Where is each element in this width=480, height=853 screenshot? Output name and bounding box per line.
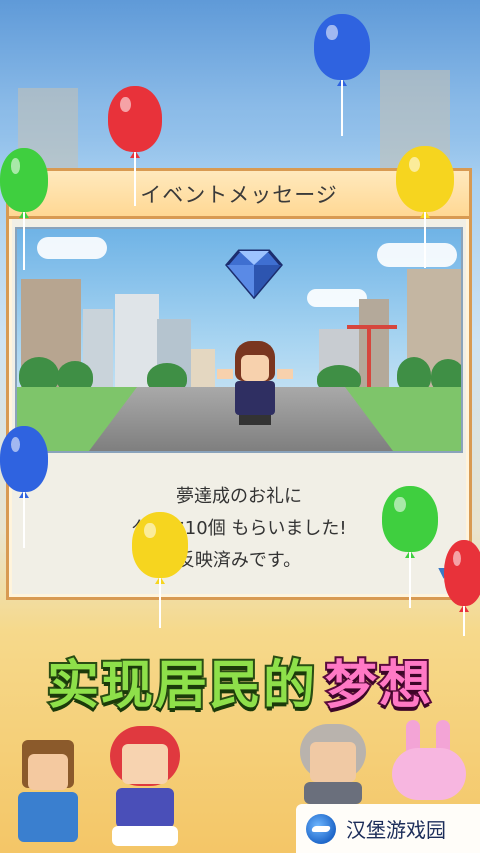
promo-banner: 实现居民的 梦想: [0, 640, 480, 720]
balloon-icon: [382, 486, 438, 608]
building: [359, 299, 389, 389]
character-face: [241, 355, 269, 381]
cloud: [307, 289, 367, 307]
bunny-body: [392, 748, 466, 800]
resident-character: [100, 726, 190, 850]
banner-accent-text: 梦想: [323, 654, 434, 718]
character-shoes: [239, 415, 271, 425]
watermark-logo-icon: [306, 813, 336, 844]
character-body: [304, 782, 362, 804]
cloud: [377, 243, 457, 267]
balloon-icon: [108, 86, 162, 206]
character-face: [310, 742, 356, 782]
crane-arm: [347, 325, 397, 329]
diamond-icon: [225, 249, 283, 299]
balloon-icon: [444, 540, 480, 636]
resident-character: [290, 724, 376, 804]
balloon-icon: [0, 148, 48, 270]
building: [191, 349, 215, 389]
watermark: 汉堡游戏园: [296, 804, 480, 853]
resident-character: [215, 341, 295, 431]
resident-character: [8, 740, 88, 850]
character-body: [235, 381, 275, 415]
character-arm: [217, 369, 233, 379]
character-skirt: [112, 826, 178, 846]
balloon-icon: [396, 146, 454, 268]
balloon-icon: [314, 14, 370, 136]
balloon-icon: [0, 426, 48, 548]
crane: [367, 325, 371, 395]
character-body: [116, 788, 174, 828]
balloon-icon: [132, 512, 188, 628]
watermark-text: 汉堡游戏园: [346, 818, 446, 842]
character-body: [18, 792, 78, 842]
city-scene-image: [15, 227, 463, 453]
banner-main-text: 实现居民的: [45, 654, 317, 718]
character-arm: [277, 369, 293, 379]
character-face: [28, 754, 68, 790]
character-face: [122, 744, 168, 784]
cloud: [37, 237, 107, 259]
bunny-mascot: [384, 720, 474, 804]
